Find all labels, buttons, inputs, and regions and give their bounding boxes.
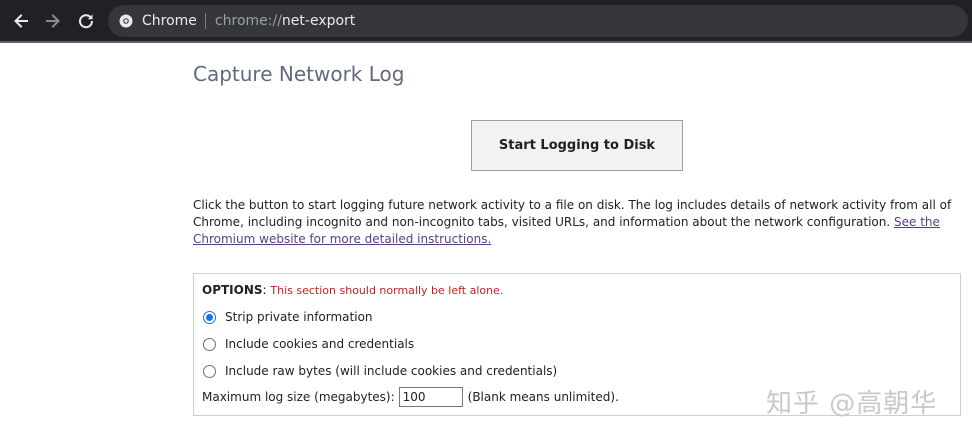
start-logging-button[interactable]: Start Logging to Disk <box>471 120 683 171</box>
toolbar-divider <box>0 41 972 43</box>
include-cookies-radio[interactable] <box>203 337 216 351</box>
omnibox-divider <box>204 13 206 29</box>
include-raw-bytes-label: Include raw bytes (will include cookies … <box>225 364 558 378</box>
site-chip-label: Chrome <box>142 13 197 29</box>
options-header: OPTIONS: This section should normally be… <box>202 283 503 297</box>
description-text: Click the button to start logging future… <box>193 198 952 229</box>
strip-private-label: Strip private information <box>225 310 373 324</box>
url-scheme: chrome:// <box>214 13 282 29</box>
page-title: Capture Network Log <box>193 62 405 86</box>
url-text: chrome://net-export <box>215 13 355 29</box>
max-log-size-input[interactable] <box>398 387 463 407</box>
include-raw-bytes-radio[interactable] <box>203 364 216 378</box>
reload-icon <box>79 14 94 29</box>
options-warning: This section should normally be left alo… <box>270 284 504 297</box>
address-bar[interactable]: Chrome chrome://net-export <box>108 5 968 37</box>
forward-button[interactable] <box>40 8 66 34</box>
option-include-raw-bytes[interactable]: Include raw bytes (will include cookies … <box>203 364 557 378</box>
reload-button[interactable] <box>73 8 99 34</box>
chrome-icon <box>119 14 133 28</box>
url-host: net-export <box>281 13 356 29</box>
option-include-cookies[interactable]: Include cookies and credentials <box>203 337 414 351</box>
options-label: OPTIONS <box>202 283 263 297</box>
description: Click the button to start logging future… <box>193 197 963 248</box>
max-log-size-note: (Blank means unlimited). <box>467 390 619 404</box>
include-cookies-label: Include cookies and credentials <box>225 337 415 351</box>
browser-toolbar: Chrome chrome://net-export <box>0 0 972 41</box>
option-strip-private[interactable]: Strip private information <box>203 310 373 324</box>
arrow-right-icon <box>46 14 60 28</box>
arrow-left-icon <box>14 14 28 28</box>
max-log-size-label: Maximum log size (megabytes): <box>202 390 395 404</box>
strip-private-radio[interactable] <box>203 310 216 324</box>
back-button[interactable] <box>8 8 34 34</box>
max-log-size-row: Maximum log size (megabytes): (Blank mea… <box>202 387 619 407</box>
watermark: 知乎 @高朝华 <box>766 389 938 419</box>
